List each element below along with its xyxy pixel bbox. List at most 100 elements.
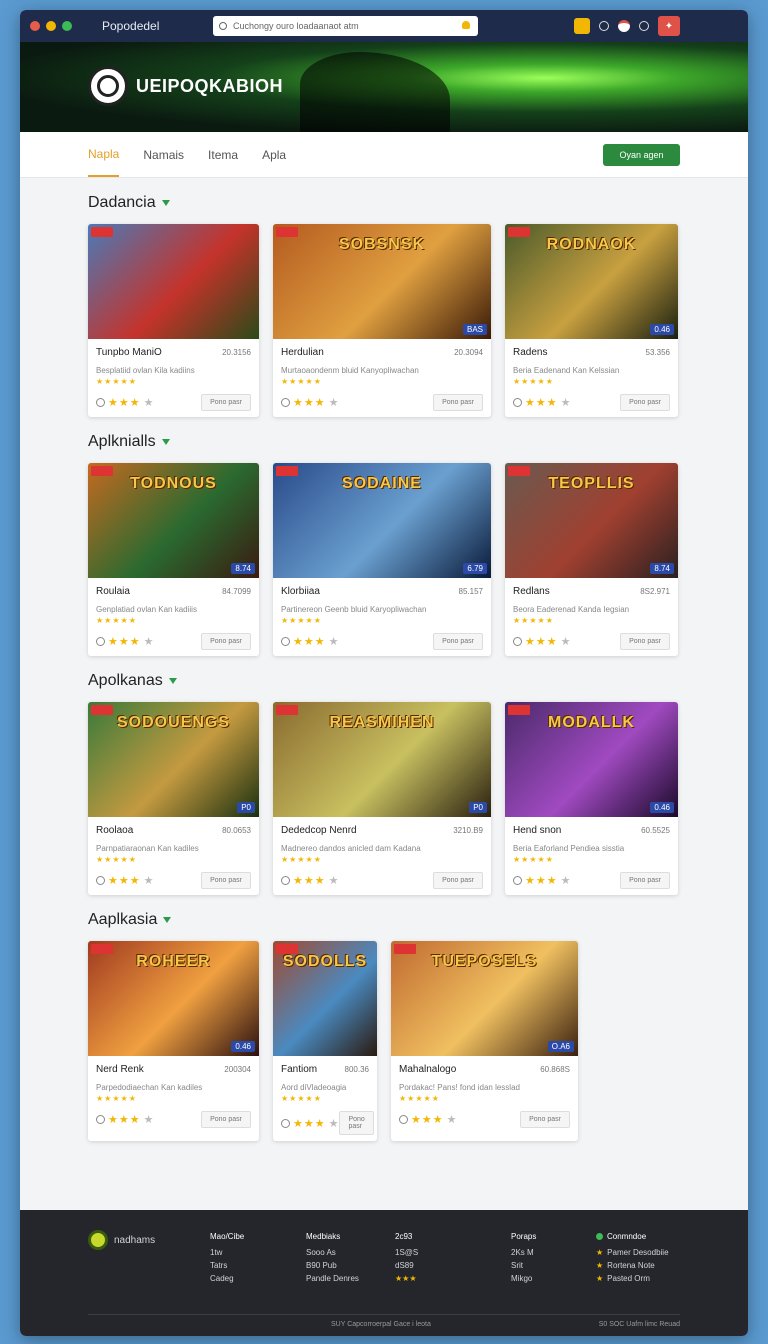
version-badge: O.A6	[547, 1041, 574, 1052]
app-card[interactable]: TODNOUS 8.74 Roulaia 84.7099 Genplatiad ovla…	[88, 463, 259, 656]
bookmark-icon[interactable]	[574, 18, 590, 34]
card-image-title: RODNAOK	[546, 236, 637, 253]
rating-stars: ★★★★★	[281, 1094, 322, 1103]
card-thumbnail[interactable]: TEOPLLIS 8.74	[505, 463, 678, 578]
footer-link[interactable]: 1S@S	[395, 1246, 418, 1259]
footer-link[interactable]: 1tw	[210, 1246, 244, 1259]
main-content: Dadancia Tunpbo ManiO 20.3156 Besplatiid ov…	[20, 194, 748, 1141]
app-card[interactable]: TUEPOSELS O.A6 Mahalnalogo 60.868S Pordakac!…	[391, 941, 578, 1141]
card-description: Beora Eaderenad Kanda Iegsian	[513, 605, 630, 614]
card-title: Tunpbo ManiO	[96, 347, 162, 358]
app-card[interactable]: ROHEER 0.46 Nerd Renk 200304 Parpedodiaechan…	[88, 941, 259, 1141]
app-card[interactable]: RODNAOK 0.46 Radens 53.356 Beria Eadenand Ka…	[505, 224, 678, 417]
app-card[interactable]: SODOLLS Fantiom 800.36 Aord diVladeoagia ★★★…	[273, 941, 377, 1141]
footer-link[interactable]: ★ Pamer Desodbiie	[596, 1246, 669, 1259]
card-title: Nerd Renk	[96, 1064, 144, 1075]
install-button[interactable]: Pono pasr	[620, 872, 670, 889]
close-window-icon[interactable]	[30, 21, 40, 31]
search-icon	[219, 22, 227, 30]
install-button[interactable]: Pono pasr	[201, 633, 251, 650]
clock-icon	[96, 398, 105, 407]
tab-itema[interactable]: Itema	[208, 134, 238, 176]
footer-column: Conmndoe ★ Pamer Desodbiie ★ Rortena Note …	[596, 1230, 669, 1285]
card-thumbnail[interactable]: ROHEER 0.46	[88, 941, 259, 1056]
card-price: 84.7099	[222, 587, 251, 596]
card-body: Tunpbo ManiO 20.3156 Besplatiid ovlan Kila…	[88, 339, 259, 417]
version-badge: 8.74	[650, 563, 674, 574]
footer-link[interactable]: Sooo As	[306, 1246, 359, 1259]
section-title[interactable]: Apolkanas	[88, 672, 680, 690]
footer-link[interactable]: Pandle Denres	[306, 1272, 359, 1285]
hero-character-image	[300, 52, 450, 132]
open-app-button[interactable]: Oyan agen	[603, 144, 680, 166]
card-description: Beria Eaforland Pendiea sisstia	[513, 844, 625, 853]
install-button[interactable]: Pono pasr	[620, 633, 670, 650]
profile-icon[interactable]: ✦	[658, 16, 680, 36]
tab-apla[interactable]: Apla	[262, 134, 286, 176]
app-card[interactable]: MODALLK 0.46 Hend snon 60.5525 Beria Eaforla…	[505, 702, 678, 895]
footer-link[interactable]: 2Ks M	[511, 1246, 536, 1259]
footer-link[interactable]: ★ Rortena Note	[596, 1259, 669, 1272]
install-button[interactable]: Pono pasr	[620, 394, 670, 411]
star-icon: ★	[596, 1248, 604, 1257]
card-thumbnail[interactable]: SODOLLS	[273, 941, 377, 1056]
tab-namais[interactable]: Namais	[143, 134, 184, 176]
notification-icon[interactable]	[618, 20, 630, 32]
card-body: Redlans 8S2.971 Beora Eaderenad Kanda Iegs…	[505, 578, 678, 656]
card-description: Madnereo dandos anicled dam Kadana	[281, 844, 421, 853]
app-card[interactable]: SOBSNSK BAS Herdulian 20.3094 Murtaoaondenm …	[273, 224, 491, 417]
card-thumbnail[interactable]: SODAINE 6.79	[273, 463, 491, 578]
footer-link[interactable]: Mikgo	[511, 1272, 536, 1285]
app-card[interactable]: SODAINE 6.79 Klorbiiaa 85.157 Partinereon Ge…	[273, 463, 491, 656]
footer-link[interactable]: Srit	[511, 1259, 536, 1272]
search-input[interactable]: Cuchongy ouro loadaanaot atm	[213, 16, 478, 36]
card-thumbnail[interactable]: MODALLK 0.46	[505, 702, 678, 817]
footer-column-head-label: Conmndoe	[607, 1232, 647, 1241]
rating-stars: ★★★★★	[513, 616, 554, 625]
card-thumbnail[interactable]: RODNAOK 0.46	[505, 224, 678, 339]
info-icon[interactable]	[599, 21, 609, 31]
footer-column: Poraps 2Ks M Srit Mikgo	[511, 1230, 536, 1285]
clock-icon	[96, 637, 105, 646]
app-card[interactable]: SODOUENGS P0 Roolaoa 80.0653 Parnpatiaraonan…	[88, 702, 259, 895]
card-description: Parpedodiaechan Kan kadiles	[96, 1083, 203, 1092]
card-thumbnail[interactable]: SODOUENGS P0	[88, 702, 259, 817]
clock-icon	[513, 876, 522, 885]
install-button[interactable]: Pono pasr	[433, 394, 483, 411]
install-button[interactable]: Pono pasr	[339, 1111, 374, 1135]
install-button[interactable]: Pono pasr	[201, 394, 251, 411]
footer-link[interactable]: ★ Pasted Orm	[596, 1272, 669, 1285]
footer-link[interactable]: dS89	[395, 1259, 418, 1272]
settings-icon[interactable]	[639, 21, 649, 31]
install-button[interactable]: Pono pasr	[433, 872, 483, 889]
card-thumbnail[interactable]: REASMIHEN P0	[273, 702, 491, 817]
card-grid: ROHEER 0.46 Nerd Renk 200304 Parpedodiaechan…	[88, 941, 680, 1141]
section-title[interactable]: Aplknialls	[88, 433, 680, 451]
section-title[interactable]: Aaplkasia	[88, 911, 680, 929]
tab-napla[interactable]: Napla	[88, 133, 120, 177]
footer-column: 2c93 1S@S dS89 ★★★	[395, 1230, 418, 1285]
app-card[interactable]: TEOPLLIS 8.74 Redlans 8S2.971 Beora Eaderena…	[505, 463, 678, 656]
install-button[interactable]: Pono pasr	[201, 1111, 251, 1128]
card-thumbnail[interactable]	[88, 224, 259, 339]
minimize-window-icon[interactable]	[46, 21, 56, 31]
star-icon: ★	[596, 1274, 604, 1283]
app-card[interactable]: REASMIHEN P0 Dededcop Nenrd 3210.B9 Madnereo…	[273, 702, 491, 895]
section-title[interactable]: Dadancia	[88, 194, 680, 212]
clock-icon	[513, 637, 522, 646]
footer-logo: nadhams	[88, 1230, 155, 1250]
maximize-window-icon[interactable]	[62, 21, 72, 31]
footer-link[interactable]: B90 Pub	[306, 1259, 359, 1272]
card-thumbnail[interactable]: TODNOUS 8.74	[88, 463, 259, 578]
install-button[interactable]: Pono pasr	[201, 872, 251, 889]
footer-link[interactable]: Tatrs	[210, 1259, 244, 1272]
card-body: Radens 53.356 Beria Eadenand Kan Kelssian ★…	[505, 339, 678, 417]
footer-column: Mao/Cibe 1tw Tatrs Cadeg	[210, 1230, 244, 1285]
install-button[interactable]: Pono pasr	[520, 1111, 570, 1128]
footer-link[interactable]: Cadeg	[210, 1272, 244, 1285]
install-button[interactable]: Pono pasr	[433, 633, 483, 650]
card-thumbnail[interactable]: TUEPOSELS O.A6	[391, 941, 578, 1056]
card-thumbnail[interactable]: SOBSNSK BAS	[273, 224, 491, 339]
app-card[interactable]: Tunpbo ManiO 20.3156 Besplatiid ovlan Kila…	[88, 224, 259, 417]
mic-icon[interactable]	[462, 21, 470, 29]
